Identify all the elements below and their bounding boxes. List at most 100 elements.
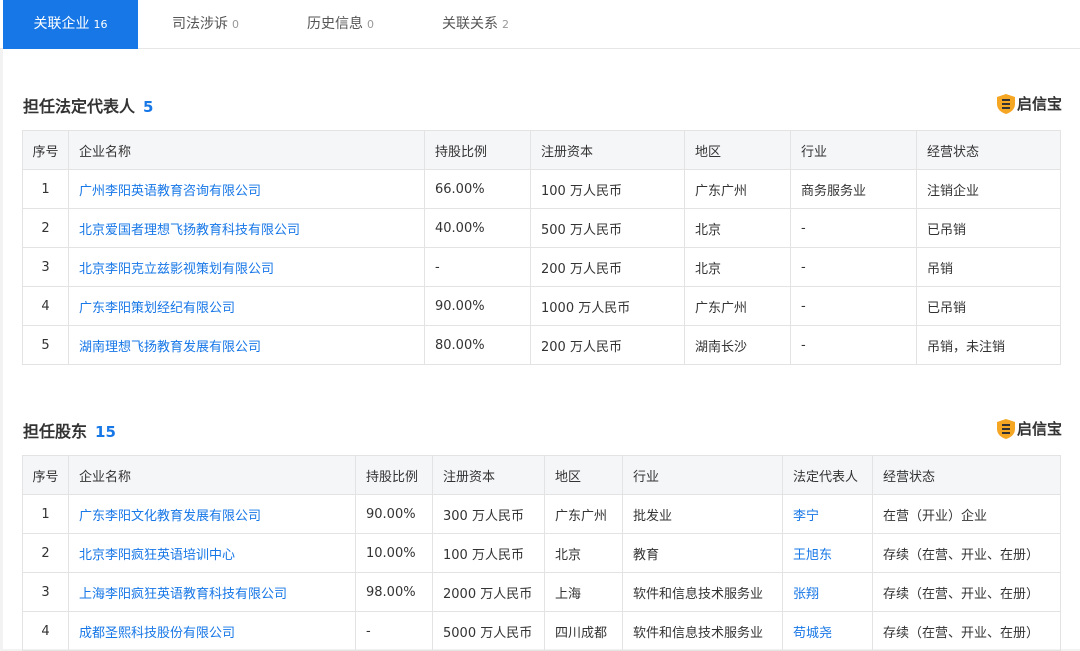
registered-capital: 500 万人民币 bbox=[530, 208, 685, 248]
row-index: 4 bbox=[22, 286, 69, 326]
table-row: 3 北京李阳克立兹影视策划有限公司 - 200 万人民币 北京 - 吊销 bbox=[22, 247, 1061, 287]
brand-name: 启信宝 bbox=[1016, 95, 1062, 113]
company-link[interactable]: 广东李阳文化教育发展有限公司 bbox=[68, 494, 356, 534]
col-header: 地区 bbox=[544, 455, 623, 495]
row-index: 2 bbox=[22, 533, 69, 573]
section-title-shareholder: 担任股东 15 bbox=[23, 418, 116, 442]
registered-capital: 300 万人民币 bbox=[432, 494, 545, 534]
registered-capital: 2000 万人民币 bbox=[432, 572, 545, 612]
company-link[interactable]: 成都圣熙科技股份有限公司 bbox=[68, 611, 356, 651]
region: 北京 bbox=[684, 247, 791, 287]
region: 北京 bbox=[684, 208, 791, 248]
legal-rep-link[interactable]: 王旭东 bbox=[782, 533, 873, 573]
brand-name: 启信宝 bbox=[1016, 420, 1062, 438]
share-ratio: 40.00% bbox=[424, 208, 531, 248]
company-link[interactable]: 上海李阳疯狂英语教育科技有限公司 bbox=[68, 572, 356, 612]
industry: 教育 bbox=[622, 533, 783, 573]
col-header: 注册资本 bbox=[432, 455, 545, 495]
industry: 软件和信息技术服务业 bbox=[622, 572, 783, 612]
row-index: 4 bbox=[22, 611, 69, 651]
share-ratio: 98.00% bbox=[355, 572, 433, 612]
col-header: 地区 bbox=[684, 130, 791, 170]
region: 湖南长沙 bbox=[684, 325, 791, 365]
table-row: 4 成都圣熙科技股份有限公司 - 5000 万人民币 四川成都 软件和信息技术服… bbox=[22, 611, 1061, 651]
tab-label: 司法涉诉 bbox=[172, 16, 228, 32]
registered-capital: 200 万人民币 bbox=[530, 325, 685, 365]
industry: - bbox=[790, 208, 917, 248]
table-row: 4 广东李阳策划经纪有限公司 90.00% 1000 万人民币 广东广州 - 已… bbox=[22, 286, 1061, 326]
tab-label: 关联关系 bbox=[442, 16, 498, 32]
company-link[interactable]: 广州李阳英语教育咨询有限公司 bbox=[68, 169, 425, 209]
table-header-row: 序号 企业名称 持股比例 注册资本 地区 行业 法定代表人 经营状态 bbox=[22, 455, 1061, 495]
shareholder-table: 序号 企业名称 持股比例 注册资本 地区 行业 法定代表人 经营状态 1 广东李… bbox=[22, 455, 1061, 651]
tab-related-companies[interactable]: 关联企业 16 bbox=[3, 0, 138, 49]
row-index: 3 bbox=[22, 572, 69, 612]
company-link[interactable]: 北京李阳克立兹影视策划有限公司 bbox=[68, 247, 425, 287]
region: 四川成都 bbox=[544, 611, 623, 651]
region: 广东广州 bbox=[544, 494, 623, 534]
business-status: 吊销 bbox=[916, 247, 1061, 287]
row-index: 3 bbox=[22, 247, 69, 287]
company-link[interactable]: 湖南理想飞扬教育发展有限公司 bbox=[68, 325, 425, 365]
industry: 软件和信息技术服务业 bbox=[622, 611, 783, 651]
section-count: 5 bbox=[143, 98, 154, 116]
region: 北京 bbox=[544, 533, 623, 573]
col-header: 持股比例 bbox=[355, 455, 433, 495]
table-row: 1 广州李阳英语教育咨询有限公司 66.00% 100 万人民币 广东广州 商务… bbox=[22, 169, 1061, 209]
legal-rep-link[interactable]: 苟城尧 bbox=[782, 611, 873, 651]
share-ratio: - bbox=[355, 611, 433, 651]
business-status: 吊销，未注销 bbox=[916, 325, 1061, 365]
tab-relations[interactable]: 关联关系 2 bbox=[408, 0, 543, 49]
industry: - bbox=[790, 286, 917, 326]
qixinbao-logo-icon bbox=[996, 93, 1015, 114]
col-header: 序号 bbox=[22, 130, 69, 170]
region: 广东广州 bbox=[684, 169, 791, 209]
business-status: 已吊销 bbox=[916, 208, 1061, 248]
table-row: 5 湖南理想飞扬教育发展有限公司 80.00% 200 万人民币 湖南长沙 - … bbox=[22, 325, 1061, 365]
col-header: 经营状态 bbox=[916, 130, 1061, 170]
share-ratio: 66.00% bbox=[424, 169, 531, 209]
business-status: 存续（在营、开业、在册） bbox=[872, 611, 1061, 651]
tab-label: 历史信息 bbox=[307, 16, 363, 32]
industry: 批发业 bbox=[622, 494, 783, 534]
col-header: 行业 bbox=[622, 455, 783, 495]
business-status: 注销企业 bbox=[916, 169, 1061, 209]
company-link[interactable]: 北京李阳疯狂英语培训中心 bbox=[68, 533, 356, 573]
tab-label: 关联企业 bbox=[33, 16, 90, 32]
company-link[interactable]: 广东李阳策划经纪有限公司 bbox=[68, 286, 425, 326]
brand-logo[interactable]: 启信宝 bbox=[996, 418, 1062, 439]
section-title-legal-rep: 担任法定代表人 5 bbox=[23, 93, 153, 117]
tab-count: 2 bbox=[502, 18, 509, 31]
share-ratio: 90.00% bbox=[355, 494, 433, 534]
col-header: 企业名称 bbox=[68, 130, 425, 170]
share-ratio: - bbox=[424, 247, 531, 287]
row-index: 1 bbox=[22, 494, 69, 534]
legal-rep-link[interactable]: 李宁 bbox=[782, 494, 873, 534]
col-header: 法定代表人 bbox=[782, 455, 873, 495]
section-count: 15 bbox=[95, 423, 116, 441]
qixinbao-logo-icon bbox=[996, 418, 1015, 439]
section-title-text: 担任股东 bbox=[23, 422, 88, 441]
row-index: 5 bbox=[22, 325, 69, 365]
brand-logo[interactable]: 启信宝 bbox=[996, 93, 1062, 114]
col-header: 序号 bbox=[22, 455, 69, 495]
legal-rep-table: 序号 企业名称 持股比例 注册资本 地区 行业 经营状态 1 广州李阳英语教育咨… bbox=[22, 130, 1061, 365]
tab-litigation[interactable]: 司法涉诉 0 bbox=[138, 0, 273, 49]
region: 广东广州 bbox=[684, 286, 791, 326]
tab-bar: 关联企业 16 司法涉诉 0 历史信息 0 关联关系 2 bbox=[0, 0, 1080, 49]
industry: 商务服务业 bbox=[790, 169, 917, 209]
content-panel: 担任法定代表人 5 启信宝 序号 企业名称 持股比例 注册资本 地区 行业 经营状… bbox=[3, 49, 1080, 651]
business-status: 已吊销 bbox=[916, 286, 1061, 326]
col-header: 注册资本 bbox=[530, 130, 685, 170]
registered-capital: 5000 万人民币 bbox=[432, 611, 545, 651]
company-link[interactable]: 北京爱国者理想飞扬教育科技有限公司 bbox=[68, 208, 425, 248]
row-index: 1 bbox=[22, 169, 69, 209]
table-header-row: 序号 企业名称 持股比例 注册资本 地区 行业 经营状态 bbox=[22, 130, 1061, 170]
share-ratio: 10.00% bbox=[355, 533, 433, 573]
legal-rep-link[interactable]: 张翔 bbox=[782, 572, 873, 612]
registered-capital: 200 万人民币 bbox=[530, 247, 685, 287]
row-index: 2 bbox=[22, 208, 69, 248]
tab-count: 16 bbox=[93, 18, 108, 31]
tab-history[interactable]: 历史信息 0 bbox=[273, 0, 408, 49]
col-header: 企业名称 bbox=[68, 455, 356, 495]
